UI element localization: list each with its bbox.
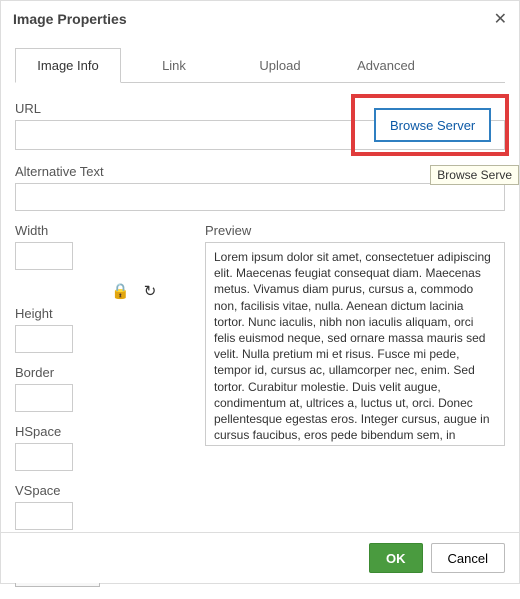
- vspace-label: VSpace: [15, 483, 185, 498]
- tab-bar: Image Info Link Upload Advanced: [15, 47, 505, 83]
- width-field: Width: [15, 223, 185, 270]
- close-icon[interactable]: ✕: [494, 9, 507, 29]
- titlebar: Image Properties ✕: [1, 1, 519, 37]
- image-properties-dialog: Image Properties ✕ Image Info Link Uploa…: [0, 0, 520, 584]
- browse-server-tooltip: Browse Serve: [430, 165, 519, 185]
- vspace-field: VSpace: [15, 483, 185, 530]
- cancel-button[interactable]: Cancel: [431, 543, 505, 573]
- hspace-label: HSpace: [15, 424, 185, 439]
- ratio-controls: 🔒 ↻: [111, 282, 185, 300]
- border-label: Border: [15, 365, 185, 380]
- tab-upload[interactable]: Upload: [227, 48, 333, 83]
- ok-button[interactable]: OK: [369, 543, 423, 573]
- height-field: Height: [15, 306, 185, 353]
- hspace-field: HSpace: [15, 424, 185, 471]
- dialog-footer: OK Cancel: [1, 532, 519, 583]
- width-input[interactable]: [15, 242, 73, 270]
- preview-label: Preview: [205, 223, 505, 238]
- tab-link[interactable]: Link: [121, 48, 227, 83]
- dialog-title: Image Properties: [13, 11, 127, 27]
- reset-size-icon[interactable]: ↻: [144, 282, 157, 300]
- tab-image-info[interactable]: Image Info: [15, 48, 121, 83]
- tab-advanced[interactable]: Advanced: [333, 48, 439, 83]
- border-input[interactable]: [15, 384, 73, 412]
- width-label: Width: [15, 223, 185, 238]
- browse-server-button[interactable]: Browse Server: [374, 108, 491, 142]
- hspace-input[interactable]: [15, 443, 73, 471]
- right-column: Preview Lorem ipsum dolor sit amet, cons…: [205, 223, 505, 446]
- border-field: Border: [15, 365, 185, 412]
- height-label: Height: [15, 306, 185, 321]
- tab-content: URL Alternative Text Width 🔒 ↻: [15, 83, 505, 599]
- vspace-input[interactable]: [15, 502, 73, 530]
- lock-ratio-icon[interactable]: 🔒: [111, 282, 130, 300]
- alt-text-input[interactable]: [15, 183, 505, 211]
- height-input[interactable]: [15, 325, 73, 353]
- preview-box[interactable]: Lorem ipsum dolor sit amet, consectetuer…: [205, 242, 505, 446]
